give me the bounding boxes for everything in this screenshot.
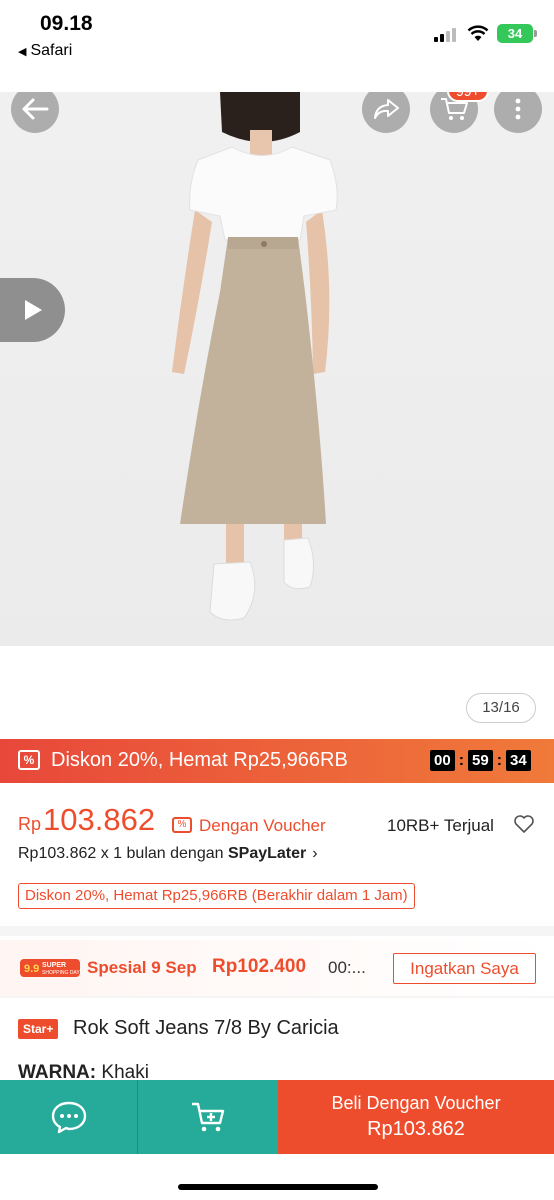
divider xyxy=(0,926,554,936)
voucher-icon: % xyxy=(172,817,192,833)
remind-me-button[interactable]: Ingatkan Saya xyxy=(393,953,536,984)
clock: 09.18 xyxy=(40,12,93,35)
voucher-label[interactable]: Dengan Voucher xyxy=(199,816,326,836)
sold-count: 10RB+ Terjual xyxy=(387,816,494,835)
flash-discount-text: Diskon 20%, Hemat Rp25,966RB xyxy=(51,749,348,771)
heart-icon[interactable] xyxy=(513,814,535,834)
svg-text:SHOPPING DAY: SHOPPING DAY xyxy=(42,970,80,976)
more-icon xyxy=(515,98,521,120)
image-counter: 13/16 xyxy=(466,693,536,723)
play-icon xyxy=(24,300,42,320)
bottom-action-bar: Beli Dengan Voucher Rp103.862 xyxy=(0,1080,554,1154)
chevron-right-icon: › xyxy=(312,845,318,862)
price-value: 103.862 xyxy=(43,802,156,837)
flash-discount-bar: % Diskon 20%, Hemat Rp25,966RB 00 : 59 :… xyxy=(0,739,554,783)
product-image[interactable]: 99+ xyxy=(0,92,554,646)
promo-tag: Diskon 20%, Hemat Rp25,966RB (Berakhir d… xyxy=(18,883,415,909)
chat-icon xyxy=(51,1101,86,1134)
play-video-button[interactable] xyxy=(0,278,65,342)
super-shopping-day-logo: 9.9 SUPER SHOPPING DAY xyxy=(20,959,80,977)
signal-icon xyxy=(434,28,456,42)
countdown-timer: 00 : 59 : 34 xyxy=(430,750,531,771)
buy-button-label: Beli Dengan Voucher xyxy=(331,1093,501,1113)
back-to-safari[interactable]: ◀ Safari xyxy=(18,42,72,60)
add-to-cart-button[interactable] xyxy=(138,1080,278,1154)
discount-icon: % xyxy=(18,750,40,770)
buy-with-voucher-button[interactable]: Beli Dengan Voucher Rp103.862 xyxy=(278,1080,554,1154)
status-bar: 09.18 ◀ Safari 34 xyxy=(0,0,554,92)
timer-hours: 00 xyxy=(430,750,455,771)
add-to-cart-icon xyxy=(192,1102,225,1132)
divider xyxy=(0,996,554,998)
timer-seconds: 34 xyxy=(506,750,531,771)
svg-text:SUPER: SUPER xyxy=(42,962,66,969)
price-currency: Rp xyxy=(18,814,42,834)
special-time: 00:... xyxy=(328,958,366,977)
chat-button[interactable] xyxy=(0,1080,138,1154)
back-arrow-icon xyxy=(22,98,49,120)
back-app-label: Safari xyxy=(30,42,73,59)
paylater-row[interactable]: Rp103.862 x 1 bulan dengan SPayLater › xyxy=(18,845,318,863)
battery-icon: 34 xyxy=(497,24,537,43)
buy-button-price: Rp103.862 xyxy=(367,1118,465,1140)
special-price: Rp102.400 xyxy=(212,956,307,977)
wifi-icon xyxy=(467,25,489,41)
paylater-text: Rp103.862 x 1 bulan dengan xyxy=(18,845,224,862)
share-icon xyxy=(374,99,399,119)
home-indicator[interactable] xyxy=(178,1184,378,1190)
paylater-brand: SPayLater xyxy=(227,845,307,862)
svg-text:9.9: 9.9 xyxy=(24,963,39,975)
product-title: Rok Soft Jeans 7/8 By Caricia xyxy=(73,1017,339,1039)
product-photo-illustration xyxy=(172,92,338,621)
special-label: Spesial 9 Sep xyxy=(87,958,197,977)
price: Rp 103.862 xyxy=(18,802,155,838)
star-plus-badge: Star+ xyxy=(18,1019,59,1039)
timer-minutes: 59 xyxy=(468,750,493,771)
cart-count-badge: 99+ xyxy=(447,92,489,102)
